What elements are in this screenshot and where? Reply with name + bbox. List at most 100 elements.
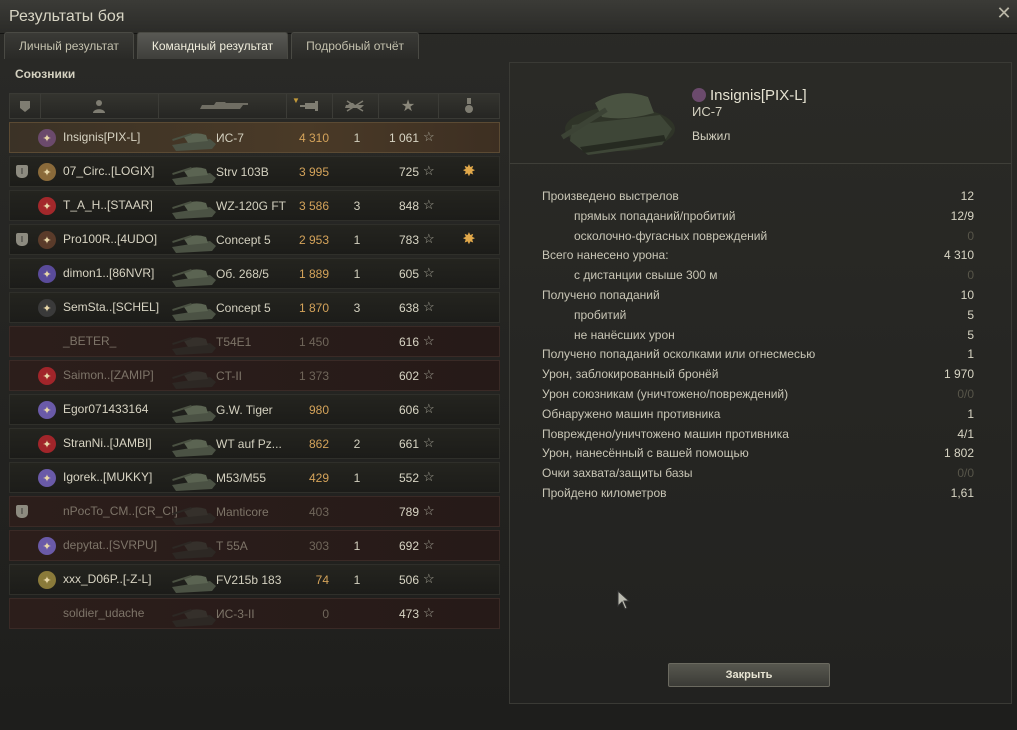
xp-value: 692 [398,539,419,553]
sort-indicator-icon: ▼ [292,96,300,105]
table-row[interactable]: I ✦ Pro100R..[4UDO] Concept 5 2 953 1 783 ☆ ✸ [9,224,500,255]
table-row[interactable]: ✦ StranNi..[JAMBI] WT auf Pz... 862 2 661 ☆ [9,428,500,459]
stat-label: Получено попаданий [542,287,660,302]
xp-value: 725 [398,165,419,179]
stat-value: 0 [967,228,974,243]
xp-value: 602 [398,369,419,383]
player-name[interactable]: dimon1..[86NVR] [63,266,154,280]
stat-row: с дистанции свыше 300 м 0 [542,266,982,286]
player-column-header[interactable] [40,94,159,118]
xp-value: 616 [398,335,419,349]
player-name[interactable]: SemSta..[SCHEL] [63,300,159,314]
tank-icon [172,234,216,253]
rank-icon: ✦ [38,231,56,249]
user-icon [93,100,105,113]
player-name[interactable]: _BETER_ [63,334,116,348]
tab-detailed-report[interactable]: Подробный отчёт [291,32,420,59]
table-row[interactable]: ✦ SemSta..[SCHEL] Concept 5 1 870 3 638 ☆ [9,292,500,323]
damage-value: 1 889 [298,267,329,281]
rank-icon: ✦ [38,197,56,215]
stat-value: 4 310 [943,248,974,263]
vehicle-column-header[interactable] [158,94,287,118]
table-row[interactable]: ✦ dimon1..[86NVR] Об. 268/5 1 889 1 605 ☆ [9,258,500,289]
tank-icon [172,200,216,219]
table-row[interactable]: ✦ Egor071433164 G.W. Tiger 980 606 ☆ [9,394,500,425]
rank-icon: ✦ [38,469,56,487]
star-icon: ☆ [423,435,435,450]
player-name[interactable]: Igorek..[MUKKY] [63,470,152,484]
table-row[interactable]: ✦ xxx_D06P..[-Z-L] FV215b 183 74 1 506 ☆ [9,564,500,595]
xp-value: 848 [398,199,419,213]
stat-label: пробитий [574,307,627,322]
player-name[interactable]: nPocTo_CM..[CR_CI] [63,504,178,518]
tank-icon [172,404,216,423]
star-icon: ☆ [423,197,435,212]
stat-label: Повреждено/уничтожено машин противника [542,426,789,441]
stat-row: Всего нанесено урона: 4 310 [542,246,982,266]
player-name[interactable]: xxx_D06P..[-Z-L] [63,572,151,586]
medal-icon[interactable]: ✸ [459,162,479,182]
stat-value: 12/9 [950,208,974,223]
table-row[interactable]: ✦ Igorek..[MUKKY] M53/M55 429 1 552 ☆ [9,462,500,493]
medal-icon[interactable]: ✸ [459,230,479,250]
player-name[interactable]: Egor071433164 [63,402,148,416]
player-name[interactable]: T_A_H..[STAAR] [63,198,153,212]
damage-value: 0 [322,607,329,621]
stat-row: Обнаружено машин противника 1 [542,405,982,425]
vehicle-name: T 55A [216,539,248,553]
clan-emblem-icon [692,88,706,102]
stat-value: 1,61 [950,485,974,500]
player-name[interactable]: 07_Circ..[LOGIX] [63,164,154,178]
frags-value: 2 [353,437,361,451]
xp-value: 1 061 [388,131,419,145]
stat-value: 0 [967,268,974,283]
table-row[interactable]: InPocTo_CM..[CR_CI] Manticore 403 789 ☆ [9,496,500,527]
vehicle-name: ИС-3-II [216,607,255,621]
player-name[interactable]: depytat..[SVRPU] [63,538,157,552]
player-name[interactable]: Saimon..[ZAMIP] [63,368,154,382]
table-row[interactable]: _BETER_ T54E1 1 450 616 ☆ [9,326,500,357]
close-icon[interactable]: ✕ [995,4,1013,22]
squad-column-header[interactable] [10,94,41,118]
rank-icon: ✦ [38,401,56,419]
tab-personal-result[interactable]: Личный результат [4,32,134,59]
tank-icon [172,132,216,151]
stat-label: Пройдено километров [542,485,667,500]
player-name[interactable]: Pro100R..[4UDO] [63,232,157,246]
medal-column-header[interactable] [438,94,500,118]
player-name[interactable]: Insignis[PIX-L] [63,130,140,144]
table-row[interactable]: ✦ Saimon..[ZAMIP] CT-II 1 373 602 ☆ [9,360,500,391]
damage-value: 303 [308,539,329,553]
frags-column-header[interactable] [332,94,379,118]
xp-value: 638 [398,301,419,315]
tank-icon [200,102,248,109]
stat-row: пробитий 5 [542,306,982,326]
vehicle-name: Manticore [216,505,269,519]
vehicle-name: WZ-120G FT [216,199,287,213]
player-name[interactable]: soldier_udache [63,606,144,620]
close-button[interactable]: Закрыть [668,663,830,687]
star-icon: ☆ [423,469,435,484]
vehicle-name: Concept 5 [216,233,271,247]
table-row[interactable]: soldier_udache ИС-3-II 0 473 ☆ [9,598,500,629]
stat-row: прямых попаданий/пробитий 12/9 [542,207,982,227]
tank-icon [172,336,216,355]
stat-row: осколочно-фугасных повреждений 0 [542,227,982,247]
table-row[interactable]: ✦ Insignis[PIX-L] ИС-7 4 310 1 1 061 ☆ [9,122,500,153]
vehicle-name: Concept 5 [216,301,271,315]
table-row[interactable]: ✦ T_A_H..[STAAR] WZ-120G FT 3 586 3 848 ☆ [9,190,500,221]
squad-icon: I [16,233,28,246]
xp-value: 789 [398,505,419,519]
tab-team-result[interactable]: Командный результат [136,32,289,59]
tank-icon [172,268,216,287]
stat-row: Получено попаданий осколками или огнесме… [542,345,982,365]
player-name[interactable]: StranNi..[JAMBI] [63,436,152,450]
table-row[interactable]: I ✦ 07_Circ..[LOGIX] Strv 103B 3 995 725 ☆ ✸ [9,156,500,187]
vehicle-name: Strv 103B [216,165,269,179]
tank-icon [172,574,216,593]
stat-label: прямых попаданий/пробитий [574,208,736,223]
vehicle-name: Об. 268/5 [216,267,269,281]
table-row[interactable]: ✦ depytat..[SVRPU] T 55A 303 1 692 ☆ [9,530,500,561]
frags-value: 3 [353,199,361,213]
xp-column-header[interactable]: ★ [378,94,439,118]
